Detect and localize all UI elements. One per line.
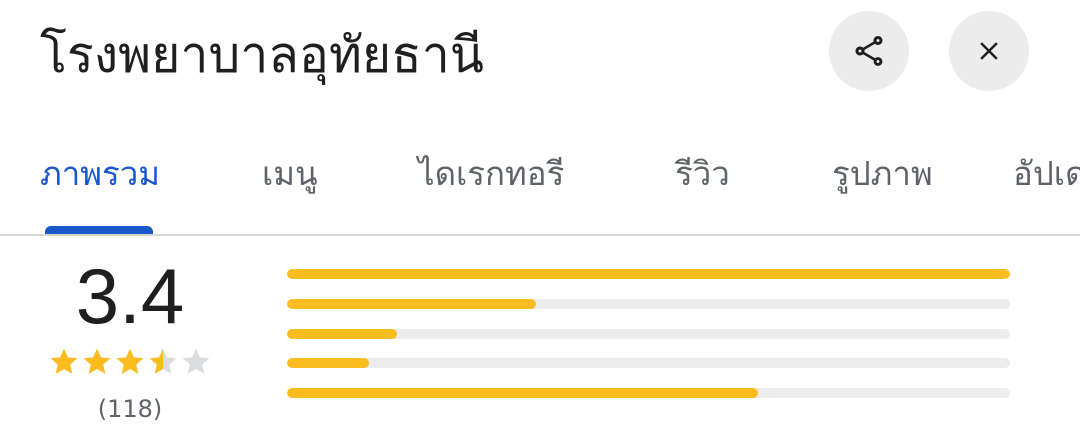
tab-directory[interactable]: ไดเรกทอรี <box>418 150 564 198</box>
tab-updates[interactable]: อัปเดต <box>1013 150 1080 198</box>
star-icon <box>182 348 210 374</box>
rating-bar-2-star <box>287 358 1010 369</box>
rating-bar-3-star <box>287 328 1010 339</box>
star-icon <box>116 348 144 374</box>
tab-photos[interactable]: รูปภาพ <box>832 150 933 198</box>
tab-bar: ภาพรวม เมนู ไดเรกทอรี รีวิว รูปภาพ อัปเด… <box>0 130 1080 236</box>
tab-reviews[interactable]: รีวิว <box>675 150 730 198</box>
star-rating <box>48 346 218 382</box>
review-count[interactable]: (118) <box>80 394 180 424</box>
tab-overview[interactable]: ภาพรวม <box>40 150 160 198</box>
star-icon <box>83 348 111 374</box>
tab-menu[interactable]: เมนู <box>262 150 318 198</box>
rating-bar-fill <box>287 298 537 309</box>
rating-bar-fill <box>287 328 397 339</box>
rating-bar-1-star <box>287 388 1010 398</box>
rating-bar-fill <box>287 388 759 398</box>
active-tab-indicator <box>45 226 153 234</box>
share-button[interactable] <box>829 11 909 91</box>
rating-bar-5-star <box>287 269 1010 279</box>
rating-bar-4-star <box>287 298 1010 309</box>
place-title: โรงพยาบาลอุทัยธานี <box>40 26 484 84</box>
star-icon <box>50 348 78 374</box>
close-button[interactable] <box>949 11 1029 91</box>
share-icon <box>855 36 883 66</box>
star-icon <box>149 348 177 374</box>
close-icon <box>980 42 998 60</box>
rating-bar-fill <box>287 358 370 369</box>
rating-score: 3.4 <box>75 252 185 340</box>
rating-bar-fill <box>287 269 1010 279</box>
